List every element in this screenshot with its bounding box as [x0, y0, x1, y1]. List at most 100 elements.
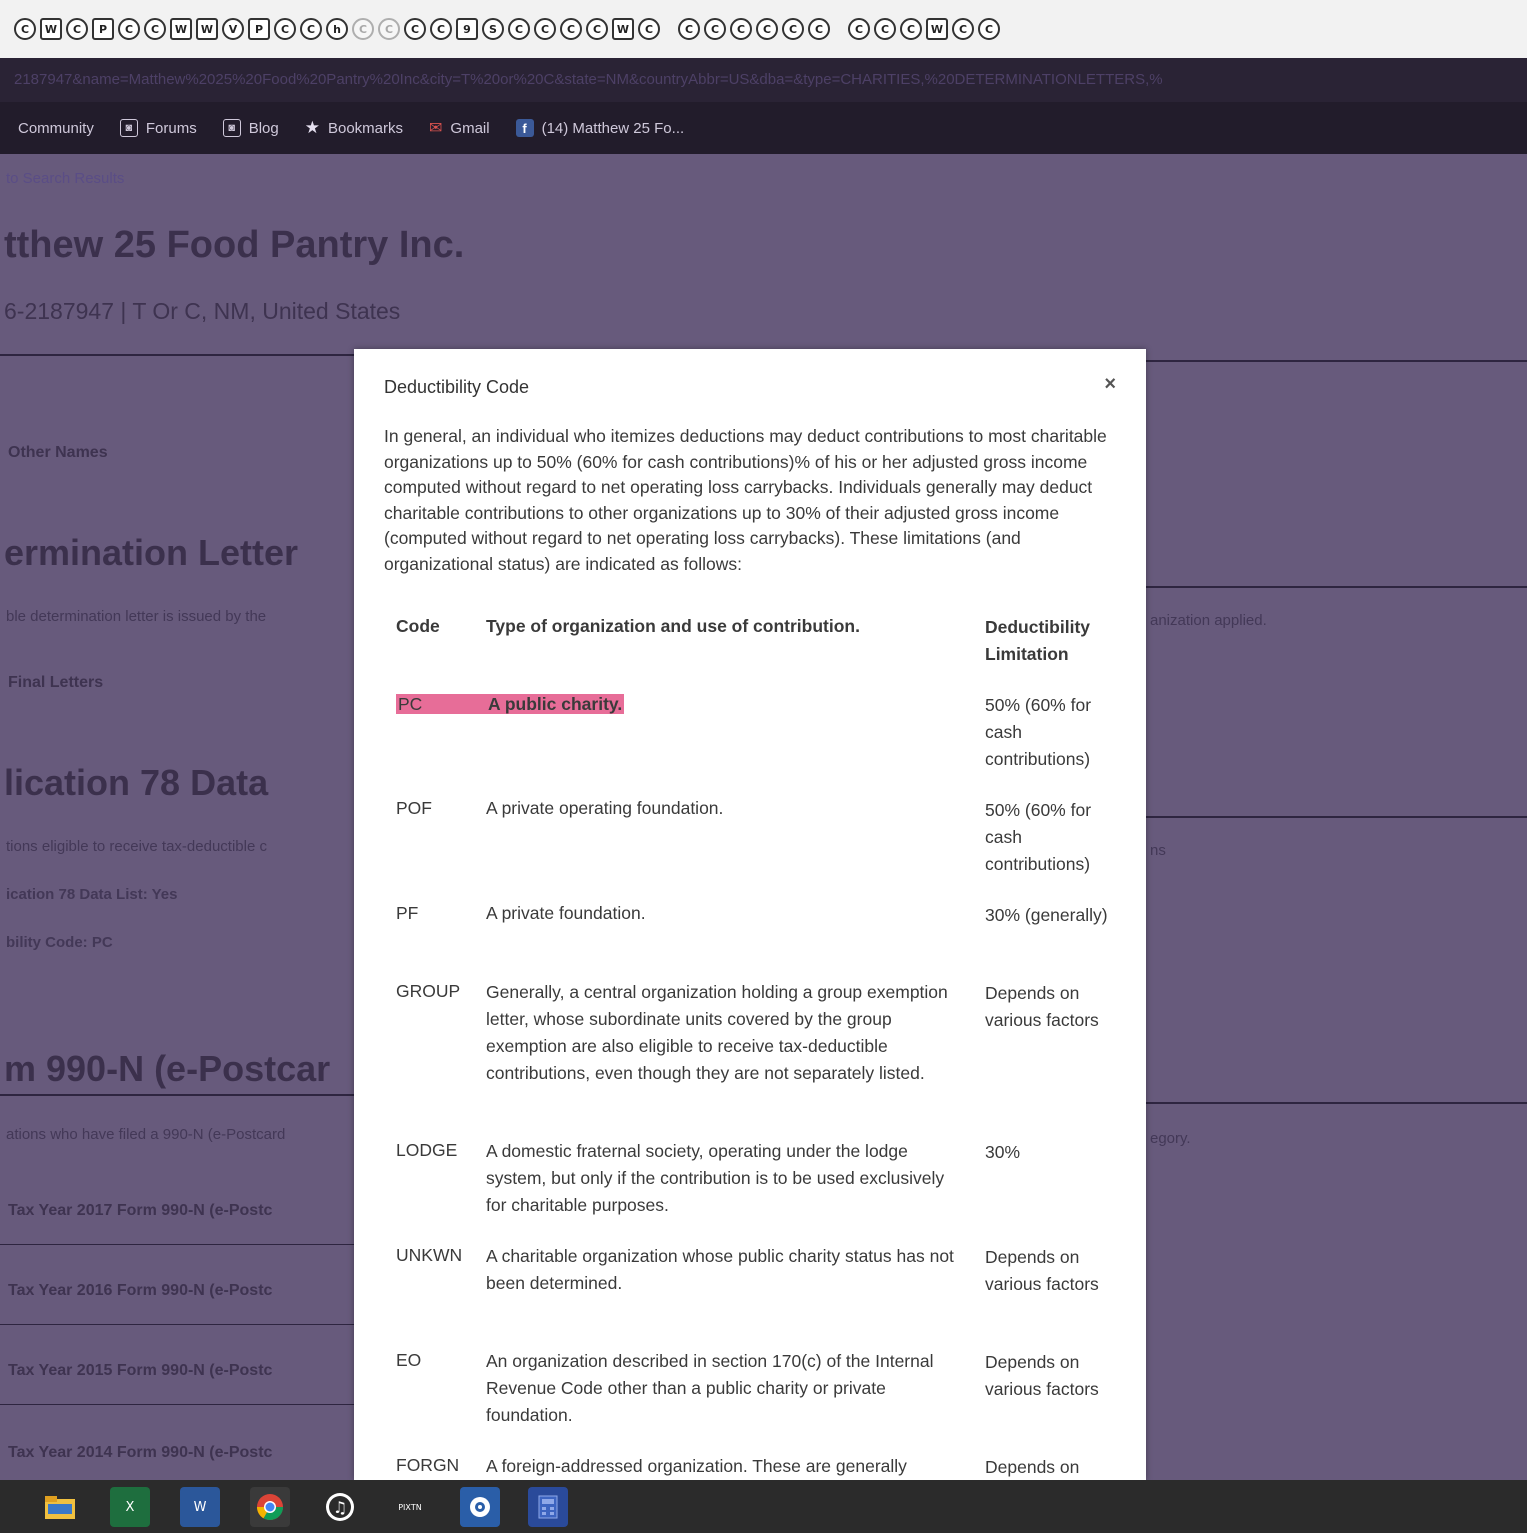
browser-tab-favicon-icon[interactable]: C: [978, 18, 1000, 40]
browser-tab-favicon-icon[interactable]: C: [508, 18, 530, 40]
onenote-icon-label: ΡΙΧΤΝ: [398, 1502, 422, 1512]
section-divider: [1146, 816, 1527, 818]
browser-tab-favicon-icon[interactable]: C: [144, 18, 166, 40]
column-header-limit: Deductibility Limitation: [985, 617, 1091, 664]
browser-tab-favicon-icon[interactable]: C: [66, 18, 88, 40]
browser-tab-favicon-icon[interactable]: C: [808, 18, 830, 40]
row-divider: [0, 1404, 354, 1405]
browser-tab-favicon-icon[interactable]: C: [274, 18, 296, 40]
back-to-search-link[interactable]: to Search Results: [6, 170, 124, 187]
bookmark-gmail-label: Gmail: [450, 119, 490, 137]
browser-tab-favicon-icon[interactable]: C: [300, 18, 322, 40]
tax-year-row[interactable]: Tax Year 2016 Form 990-N (e-Postc: [8, 1282, 272, 1300]
table-cell-limit: 30%: [985, 1142, 1021, 1162]
bookmark-community-label: Community: [18, 119, 94, 137]
bookmark-forums[interactable]: ◙ Forums: [119, 119, 197, 137]
itunes-icon[interactable]: ♫: [320, 1487, 360, 1527]
onenote-icon[interactable]: ΡΙΧΤΝ: [390, 1487, 430, 1527]
browser-tab-favicon-icon[interactable]: C: [756, 18, 778, 40]
browser-tab-favicon-icon[interactable]: C: [952, 18, 974, 40]
browser-tab-favicon-icon[interactable]: C: [118, 18, 140, 40]
table-cell-type: A domestic fraternal society, operating …: [486, 1141, 945, 1215]
browser-tab-favicon-icon[interactable]: W: [926, 18, 948, 40]
tax-year-row[interactable]: Tax Year 2014 Form 990-N (e-Postc: [8, 1444, 272, 1462]
bookmark-blog-label: Blog: [248, 119, 279, 137]
table-cell-code: POF: [396, 798, 432, 818]
table-cell-type: A private foundation.: [486, 903, 646, 923]
table-cell-code: PF: [396, 903, 419, 923]
excel-icon[interactable]: X: [110, 1487, 150, 1527]
section-divider: [0, 1094, 354, 1096]
table-cell-limit: 50% (60% for cash contributions): [985, 800, 1092, 874]
bookmark-facebook[interactable]: f (14) Matthew 25 Fo...: [515, 119, 684, 137]
calculator-icon[interactable]: [528, 1487, 568, 1527]
browser-tab-favicon-icon[interactable]: 9: [456, 18, 478, 40]
browser-tab-favicon-icon[interactable]: W: [170, 18, 192, 40]
browser-tab-favicon-icon[interactable]: W: [196, 18, 218, 40]
tax-year-row[interactable]: Tax Year 2017 Form 990-N (e-Postc: [8, 1202, 272, 1220]
modal-title: Deductibility Code: [384, 377, 530, 397]
deductibility-code-value[interactable]: bility Code: PC: [6, 934, 113, 951]
bookmarks-bar: Community ◙ Forums ◙ Blog ★ Bookmarks ✉ Gmai…: [0, 102, 1527, 154]
table-cell-code: GROUP: [396, 981, 461, 1001]
browser-tab-favicon-icon[interactable]: P: [248, 18, 270, 40]
browser-tab-favicon-icon[interactable]: C: [848, 18, 870, 40]
table-cell-limit: 30% (generally): [985, 905, 1108, 925]
file-explorer-icon[interactable]: [40, 1487, 80, 1527]
determination-description-right: anization applied.: [1150, 612, 1267, 629]
facebook-icon: f: [515, 119, 534, 137]
browser-tab-favicon-icon[interactable]: C: [560, 18, 582, 40]
browser-tab-favicon-icon[interactable]: C: [430, 18, 452, 40]
browser-tab-favicon-icon[interactable]: V: [222, 18, 244, 40]
browser-tab-favicon-icon[interactable]: C: [638, 18, 660, 40]
browser-tab-favicon-icon[interactable]: C: [874, 18, 896, 40]
org-ein-location: 6-2187947 | T Or C, NM, United States: [4, 298, 401, 324]
browser-tab-favicon-icon[interactable]: h: [326, 18, 348, 40]
close-icon[interactable]: ×: [1104, 373, 1116, 396]
settings-icon[interactable]: [460, 1487, 500, 1527]
table-cell-code: LODGE: [396, 1140, 458, 1160]
table-cell-code: UNKWN: [396, 1245, 463, 1265]
browser-tab-favicon-icon[interactable]: C: [704, 18, 726, 40]
word-icon[interactable]: W: [180, 1487, 220, 1527]
publication-78-heading: lication 78 Data: [4, 762, 269, 803]
publication-78-list-status: ication 78 Data List: Yes: [6, 886, 178, 903]
browser-tab-favicon-icon[interactable]: C: [404, 18, 426, 40]
browser-tab-favicon-icon[interactable]: C: [900, 18, 922, 40]
chrome-icon[interactable]: [250, 1487, 290, 1527]
browser-tab-favicon-icon[interactable]: C: [352, 18, 374, 40]
table-cell-type: A charitable organization whose public c…: [486, 1246, 954, 1293]
browser-tab-favicon-icon[interactable]: S: [482, 18, 504, 40]
blog-icon: ◙: [222, 119, 241, 137]
table-cell-code: PC: [396, 691, 489, 718]
section-divider: [1146, 360, 1527, 362]
tax-year-row[interactable]: Tax Year 2015 Form 990-N (e-Postc: [8, 1362, 272, 1380]
browser-tab-favicon-icon[interactable]: C: [678, 18, 700, 40]
browser-tab-favicon-icon[interactable]: C: [14, 18, 36, 40]
table-cell-code: EO: [396, 1350, 422, 1370]
row-divider: [0, 1324, 354, 1325]
table-cell-type: A private operating foundation.: [486, 798, 724, 818]
browser-tab-favicon-icon[interactable]: W: [40, 18, 62, 40]
browser-tab-favicon-icon[interactable]: P: [92, 18, 114, 40]
epostcard-description: ations who have filed a 990-N (e-Postcar…: [6, 1126, 286, 1143]
browser-tab-favicon-icon[interactable]: C: [730, 18, 752, 40]
epostcard-heading: m 990-N (e-Postcar: [4, 1048, 331, 1089]
browser-tab-favicon-icon[interactable]: W: [612, 18, 634, 40]
bookmark-bookmarks[interactable]: ★ Bookmarks: [305, 118, 403, 138]
org-name-heading: tthew 25 Food Pantry Inc.: [4, 224, 465, 266]
browser-tab-favicon-icon[interactable]: C: [378, 18, 400, 40]
browser-tab-favicon-icon[interactable]: C: [534, 18, 556, 40]
column-header-type: Type of organization and use of contribu…: [486, 616, 860, 636]
browser-tab-favicon-icon[interactable]: C: [782, 18, 804, 40]
bookmark-blog[interactable]: ◙ Blog: [222, 119, 279, 137]
publication-78-description: tions eligible to receive tax-deductible…: [6, 838, 267, 855]
row-divider: [0, 1244, 354, 1245]
table-cell-type: A foreign-addressed organization. These …: [486, 1456, 907, 1476]
table-cell-limit: Depends on various factors: [985, 1247, 1099, 1294]
bookmark-community[interactable]: Community: [18, 120, 94, 137]
deductibility-code-modal: Deductibility Code × In general, an indi…: [354, 349, 1146, 1480]
bookmark-gmail[interactable]: ✉ Gmail: [429, 118, 490, 138]
browser-tab-favicon-icon[interactable]: C: [586, 18, 608, 40]
address-bar[interactable]: 2187947&name=Matthew%2025%20Food%20Pantr…: [0, 58, 1527, 102]
